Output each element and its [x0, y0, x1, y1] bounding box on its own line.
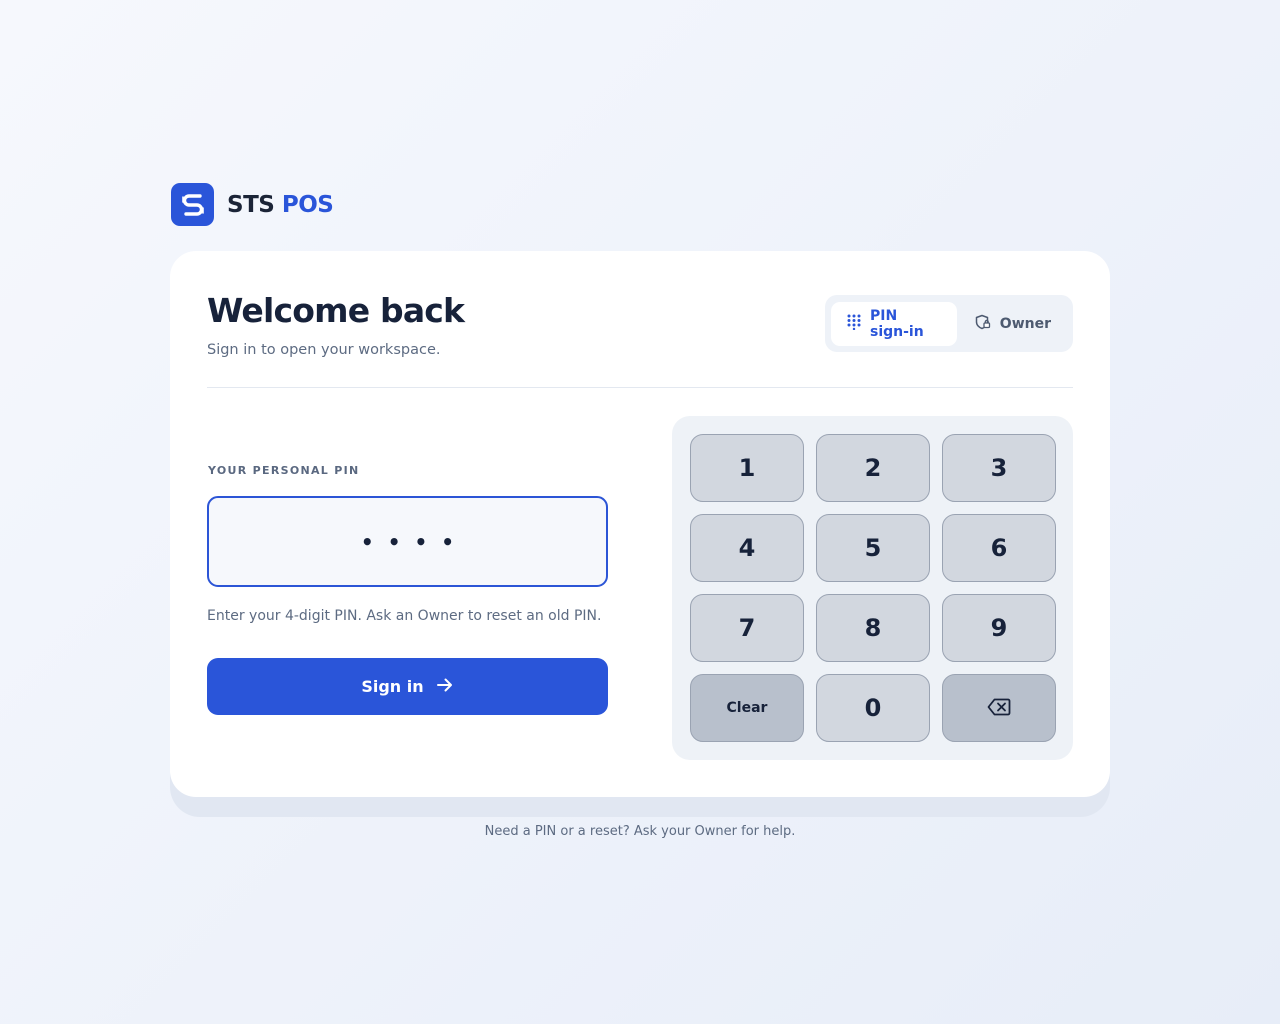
keypad-key-1[interactable]: 1 [690, 434, 804, 502]
brand-name-accent: POS [281, 191, 334, 218]
keypad-key-7[interactable]: 7 [690, 594, 804, 662]
footer-help-text: Need a PIN or a reset? Ask your Owner fo… [484, 824, 796, 839]
keypad-key-4[interactable]: 4 [690, 514, 804, 582]
keypad-key-9[interactable]: 9 [942, 594, 1056, 662]
keypad-backspace-button[interactable] [942, 674, 1056, 742]
pin-input[interactable]: •••• [207, 496, 608, 587]
pin-hint: Enter your 4-digit PIN. Ask an Owner to … [207, 608, 602, 624]
page-title: Welcome back [207, 291, 465, 330]
tab-pin-signin[interactable]: PIN sign-in [831, 301, 957, 346]
pin-keypad: 1 2 3 4 5 6 7 8 9 Clear 0 [672, 416, 1073, 760]
page-subtitle: Sign in to open your workspace. [207, 342, 441, 358]
keypad-key-0[interactable]: 0 [816, 674, 930, 742]
keypad-key-3[interactable]: 3 [942, 434, 1056, 502]
sts-logo-icon [171, 183, 214, 226]
header-divider [207, 387, 1073, 388]
shield-lock-icon [975, 314, 991, 334]
brand-name-primary: STS [227, 191, 275, 218]
signin-card: Welcome back Sign in to open your worksp… [170, 251, 1110, 797]
signin-button-label: Sign in [361, 677, 424, 696]
pin-masked-value: •••• [360, 529, 469, 554]
keypad-key-8[interactable]: 8 [816, 594, 930, 662]
tab-owner[interactable]: Owner [957, 302, 1067, 346]
signin-mode-toggle: PIN sign-in Owner [825, 295, 1073, 352]
brand-name: STS POS [227, 191, 334, 218]
brand: STS POS [171, 183, 334, 226]
backspace-icon [987, 694, 1011, 722]
tab-owner-label: Owner [999, 315, 1051, 332]
keypad-key-2[interactable]: 2 [816, 434, 930, 502]
keypad-key-5[interactable]: 5 [816, 514, 930, 582]
signin-button[interactable]: Sign in [207, 658, 608, 715]
keypad-grid-icon [847, 314, 861, 334]
keypad-clear-button[interactable]: Clear [690, 674, 804, 742]
pin-field-label: YOUR PERSONAL PIN [208, 464, 360, 477]
tab-pin-label: PIN sign-in [870, 307, 924, 340]
arrow-right-icon [436, 677, 454, 697]
keypad-key-6[interactable]: 6 [942, 514, 1056, 582]
